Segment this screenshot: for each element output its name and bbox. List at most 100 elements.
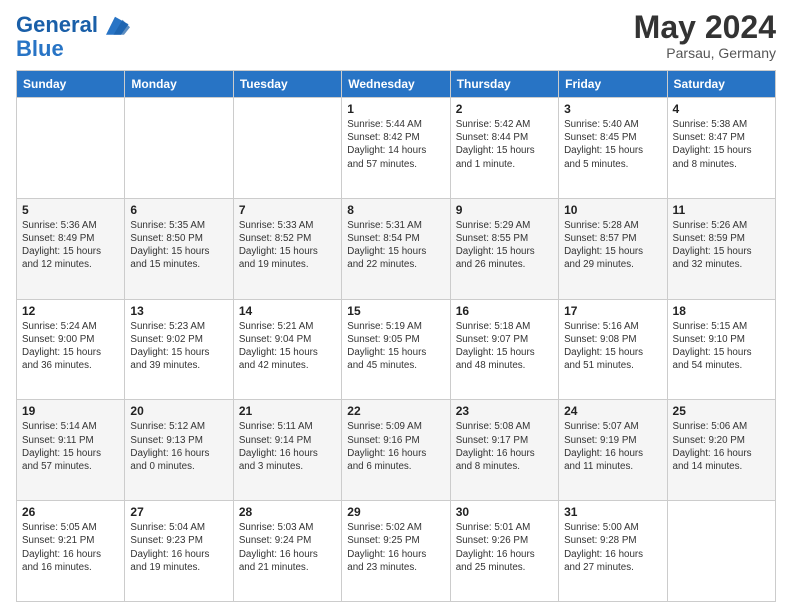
calendar-week-1: 1 Sunrise: 5:44 AMSunset: 8:42 PMDayligh… xyxy=(17,98,776,199)
table-row: 16 Sunrise: 5:18 AMSunset: 9:07 PMDaylig… xyxy=(450,299,558,400)
cell-date: 14 xyxy=(239,304,336,318)
cell-info: Sunrise: 5:05 AMSunset: 9:21 PMDaylight:… xyxy=(22,521,119,574)
location: Parsau, Germany xyxy=(634,45,776,61)
table-row: 30 Sunrise: 5:01 AMSunset: 9:26 PMDaylig… xyxy=(450,501,558,602)
col-wednesday: Wednesday xyxy=(342,71,450,98)
table-row: 28 Sunrise: 5:03 AMSunset: 9:24 PMDaylig… xyxy=(233,501,341,602)
calendar-week-2: 5 Sunrise: 5:36 AMSunset: 8:49 PMDayligh… xyxy=(17,198,776,299)
table-row: 10 Sunrise: 5:28 AMSunset: 8:57 PMDaylig… xyxy=(559,198,667,299)
cell-date: 6 xyxy=(130,203,227,217)
table-row: 19 Sunrise: 5:14 AMSunset: 9:11 PMDaylig… xyxy=(17,400,125,501)
cell-info: Sunrise: 5:29 AMSunset: 8:55 PMDaylight:… xyxy=(456,219,553,272)
col-sunday: Sunday xyxy=(17,71,125,98)
table-row: 26 Sunrise: 5:05 AMSunset: 9:21 PMDaylig… xyxy=(17,501,125,602)
header-row: Sunday Monday Tuesday Wednesday Thursday… xyxy=(17,71,776,98)
cell-info: Sunrise: 5:04 AMSunset: 9:23 PMDaylight:… xyxy=(130,521,227,574)
cell-date: 18 xyxy=(673,304,770,318)
cell-date: 26 xyxy=(22,505,119,519)
table-row: 13 Sunrise: 5:23 AMSunset: 9:02 PMDaylig… xyxy=(125,299,233,400)
title-block: May 2024 Parsau, Germany xyxy=(634,10,776,61)
table-row: 7 Sunrise: 5:33 AMSunset: 8:52 PMDayligh… xyxy=(233,198,341,299)
cell-info: Sunrise: 5:06 AMSunset: 9:20 PMDaylight:… xyxy=(673,420,770,473)
table-row: 6 Sunrise: 5:35 AMSunset: 8:50 PMDayligh… xyxy=(125,198,233,299)
table-row: 25 Sunrise: 5:06 AMSunset: 9:20 PMDaylig… xyxy=(667,400,775,501)
cell-date: 12 xyxy=(22,304,119,318)
table-row: 23 Sunrise: 5:08 AMSunset: 9:17 PMDaylig… xyxy=(450,400,558,501)
col-friday: Friday xyxy=(559,71,667,98)
cell-date: 4 xyxy=(673,102,770,116)
table-row: 27 Sunrise: 5:04 AMSunset: 9:23 PMDaylig… xyxy=(125,501,233,602)
cell-date: 23 xyxy=(456,404,553,418)
cell-date: 15 xyxy=(347,304,444,318)
cell-info: Sunrise: 5:21 AMSunset: 9:04 PMDaylight:… xyxy=(239,320,336,373)
cell-info: Sunrise: 5:36 AMSunset: 8:49 PMDaylight:… xyxy=(22,219,119,272)
table-row: 8 Sunrise: 5:31 AMSunset: 8:54 PMDayligh… xyxy=(342,198,450,299)
cell-date: 5 xyxy=(22,203,119,217)
logo-general: General xyxy=(16,12,98,37)
calendar-week-3: 12 Sunrise: 5:24 AMSunset: 9:00 PMDaylig… xyxy=(17,299,776,400)
table-row: 4 Sunrise: 5:38 AMSunset: 8:47 PMDayligh… xyxy=(667,98,775,199)
calendar-table: Sunday Monday Tuesday Wednesday Thursday… xyxy=(16,70,776,602)
cell-info: Sunrise: 5:18 AMSunset: 9:07 PMDaylight:… xyxy=(456,320,553,373)
col-monday: Monday xyxy=(125,71,233,98)
cell-date: 31 xyxy=(564,505,661,519)
logo: General Blue xyxy=(16,10,130,62)
calendar-week-5: 26 Sunrise: 5:05 AMSunset: 9:21 PMDaylig… xyxy=(17,501,776,602)
cell-info: Sunrise: 5:31 AMSunset: 8:54 PMDaylight:… xyxy=(347,219,444,272)
col-tuesday: Tuesday xyxy=(233,71,341,98)
cell-info: Sunrise: 5:19 AMSunset: 9:05 PMDaylight:… xyxy=(347,320,444,373)
cell-info: Sunrise: 5:03 AMSunset: 9:24 PMDaylight:… xyxy=(239,521,336,574)
table-row: 21 Sunrise: 5:11 AMSunset: 9:14 PMDaylig… xyxy=(233,400,341,501)
cell-info: Sunrise: 5:09 AMSunset: 9:16 PMDaylight:… xyxy=(347,420,444,473)
table-row: 5 Sunrise: 5:36 AMSunset: 8:49 PMDayligh… xyxy=(17,198,125,299)
table-row: 29 Sunrise: 5:02 AMSunset: 9:25 PMDaylig… xyxy=(342,501,450,602)
table-row: 14 Sunrise: 5:21 AMSunset: 9:04 PMDaylig… xyxy=(233,299,341,400)
cell-date: 27 xyxy=(130,505,227,519)
month-year: May 2024 xyxy=(634,10,776,45)
table-row: 22 Sunrise: 5:09 AMSunset: 9:16 PMDaylig… xyxy=(342,400,450,501)
cell-info: Sunrise: 5:35 AMSunset: 8:50 PMDaylight:… xyxy=(130,219,227,272)
cell-info: Sunrise: 5:12 AMSunset: 9:13 PMDaylight:… xyxy=(130,420,227,473)
cell-date: 16 xyxy=(456,304,553,318)
table-row xyxy=(667,501,775,602)
cell-info: Sunrise: 5:01 AMSunset: 9:26 PMDaylight:… xyxy=(456,521,553,574)
calendar-week-4: 19 Sunrise: 5:14 AMSunset: 9:11 PMDaylig… xyxy=(17,400,776,501)
cell-info: Sunrise: 5:28 AMSunset: 8:57 PMDaylight:… xyxy=(564,219,661,272)
header: General Blue May 2024 Parsau, Germany xyxy=(16,10,776,62)
table-row xyxy=(125,98,233,199)
cell-date: 21 xyxy=(239,404,336,418)
logo-icon xyxy=(100,10,130,40)
table-row: 20 Sunrise: 5:12 AMSunset: 9:13 PMDaylig… xyxy=(125,400,233,501)
cell-date: 22 xyxy=(347,404,444,418)
cell-info: Sunrise: 5:26 AMSunset: 8:59 PMDaylight:… xyxy=(673,219,770,272)
table-row: 1 Sunrise: 5:44 AMSunset: 8:42 PMDayligh… xyxy=(342,98,450,199)
table-row: 17 Sunrise: 5:16 AMSunset: 9:08 PMDaylig… xyxy=(559,299,667,400)
cell-info: Sunrise: 5:42 AMSunset: 8:44 PMDaylight:… xyxy=(456,118,553,171)
cell-info: Sunrise: 5:14 AMSunset: 9:11 PMDaylight:… xyxy=(22,420,119,473)
cell-date: 10 xyxy=(564,203,661,217)
cell-info: Sunrise: 5:16 AMSunset: 9:08 PMDaylight:… xyxy=(564,320,661,373)
cell-info: Sunrise: 5:15 AMSunset: 9:10 PMDaylight:… xyxy=(673,320,770,373)
cell-date: 17 xyxy=(564,304,661,318)
table-row xyxy=(233,98,341,199)
cell-date: 3 xyxy=(564,102,661,116)
cell-info: Sunrise: 5:08 AMSunset: 9:17 PMDaylight:… xyxy=(456,420,553,473)
cell-date: 24 xyxy=(564,404,661,418)
col-thursday: Thursday xyxy=(450,71,558,98)
cell-info: Sunrise: 5:07 AMSunset: 9:19 PMDaylight:… xyxy=(564,420,661,473)
table-row: 24 Sunrise: 5:07 AMSunset: 9:19 PMDaylig… xyxy=(559,400,667,501)
cell-date: 9 xyxy=(456,203,553,217)
cell-date: 8 xyxy=(347,203,444,217)
table-row: 3 Sunrise: 5:40 AMSunset: 8:45 PMDayligh… xyxy=(559,98,667,199)
cell-date: 28 xyxy=(239,505,336,519)
cell-date: 11 xyxy=(673,203,770,217)
cell-date: 25 xyxy=(673,404,770,418)
logo-text: General xyxy=(16,14,98,36)
cell-date: 29 xyxy=(347,505,444,519)
cell-info: Sunrise: 5:00 AMSunset: 9:28 PMDaylight:… xyxy=(564,521,661,574)
cell-info: Sunrise: 5:44 AMSunset: 8:42 PMDaylight:… xyxy=(347,118,444,171)
page: General Blue May 2024 Parsau, Germany Su… xyxy=(0,0,792,612)
col-saturday: Saturday xyxy=(667,71,775,98)
cell-info: Sunrise: 5:23 AMSunset: 9:02 PMDaylight:… xyxy=(130,320,227,373)
table-row: 31 Sunrise: 5:00 AMSunset: 9:28 PMDaylig… xyxy=(559,501,667,602)
